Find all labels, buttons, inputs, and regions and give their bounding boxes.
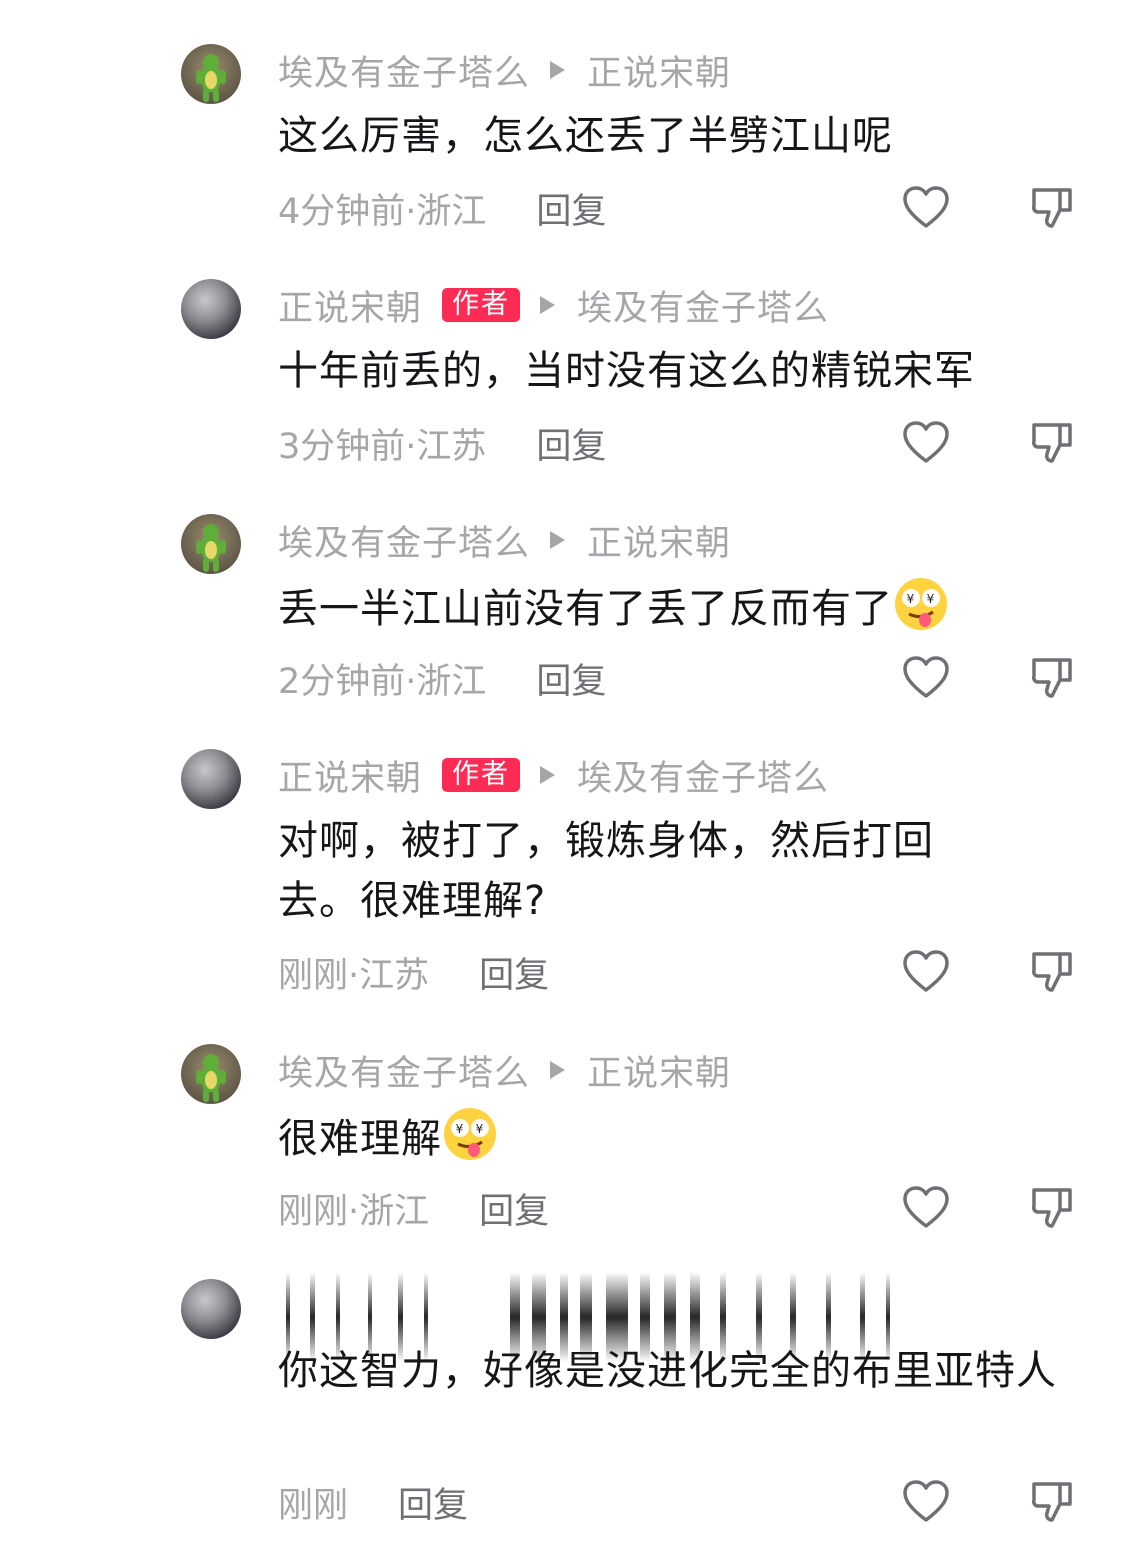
username[interactable]: 埃及有金子塔么 <box>278 1045 530 1096</box>
heart-outline-icon[interactable] <box>900 946 952 998</box>
author-badge: 作者 <box>442 758 521 792</box>
svg-text:¥: ¥ <box>456 1122 465 1136</box>
comment-meta: 2分钟前·浙江 回复 <box>278 653 606 704</box>
username[interactable]: 埃及有金子塔么 <box>278 45 530 96</box>
thumbs-down-outline-icon[interactable] <box>1026 1476 1078 1528</box>
svg-text:¥: ¥ <box>907 592 916 606</box>
comment-text: 很难理解 ¥ ¥ <box>278 1106 1068 1169</box>
comment-text: 丢一半江山前没有了丢了反而有了 ¥ ¥ <box>278 576 1068 639</box>
avatar[interactable] <box>181 279 241 339</box>
reply-arrow-icon <box>550 1061 566 1079</box>
comment-meta: 刚刚·浙江 回复 <box>278 1183 549 1234</box>
svg-text:¥: ¥ <box>476 1122 485 1136</box>
comment-header: 埃及有金子塔么 正说宋朝 <box>278 518 731 564</box>
reply-to-username[interactable]: 正说宋朝 <box>587 45 731 96</box>
time-location: 3分钟前·江苏 <box>278 426 487 467</box>
thumbs-down-outline-icon[interactable] <box>1026 946 1078 998</box>
reply-arrow-icon <box>540 766 556 784</box>
thumbs-down-outline-icon[interactable] <box>1026 652 1078 704</box>
reply-button[interactable]: 回复 <box>536 653 606 704</box>
author-badge: 作者 <box>442 288 521 322</box>
comment-meta: 刚刚 回复 <box>278 1477 468 1528</box>
reply-to-username[interactable]: 正说宋朝 <box>587 515 731 566</box>
drooling-money-eyes-emoji: ¥ ¥ <box>442 1106 498 1162</box>
comment-text: 十年前丢的，当时没有这么的精锐宋军 <box>278 348 975 394</box>
comment-meta: 刚刚·江苏 回复 <box>278 947 549 998</box>
drooling-money-eyes-emoji: ¥ ¥ <box>893 576 949 632</box>
time-location: 刚刚·江苏 <box>278 955 430 996</box>
username[interactable]: 埃及有金子塔么 <box>278 515 530 566</box>
reply-button[interactable]: 回复 <box>479 947 549 998</box>
avatar[interactable] <box>181 1044 241 1104</box>
comment-header: 正说宋朝 作者 埃及有金子塔么 <box>278 753 829 799</box>
reply-button[interactable]: 回复 <box>536 418 606 469</box>
reply-to-username[interactable]: 埃及有金子塔么 <box>577 280 829 331</box>
comment-text: 这么厉害，怎么还丢了半劈江山呢 <box>278 113 893 159</box>
username[interactable]: 正说宋朝 <box>278 750 422 801</box>
reply-button[interactable]: 回复 <box>536 183 606 234</box>
svg-text:¥: ¥ <box>927 592 936 606</box>
avatar[interactable] <box>181 44 241 104</box>
heart-outline-icon[interactable] <box>900 652 952 704</box>
thumbs-down-outline-icon[interactable] <box>1026 1182 1078 1234</box>
reply-button[interactable]: 回复 <box>479 1183 549 1234</box>
reply-button[interactable]: 回复 <box>398 1477 468 1528</box>
avatar[interactable] <box>181 514 241 574</box>
comment-text: 你这智力，好像是没进化完全的布里亚特人 <box>278 1348 1057 1394</box>
reply-arrow-icon <box>550 531 566 549</box>
heart-outline-icon[interactable] <box>900 1476 952 1528</box>
heart-outline-icon[interactable] <box>900 417 952 469</box>
heart-outline-icon[interactable] <box>900 1182 952 1234</box>
reply-to-username[interactable]: 埃及有金子塔么 <box>577 750 829 801</box>
thumbs-down-outline-icon[interactable] <box>1026 417 1078 469</box>
heart-outline-icon[interactable] <box>900 182 952 234</box>
comment-text-content: 很难理解 <box>278 1116 442 1162</box>
time-location: 2分钟前·浙江 <box>278 661 487 702</box>
reply-arrow-icon <box>550 61 566 79</box>
username[interactable]: 正说宋朝 <box>278 280 422 331</box>
comment-meta: 4分钟前·浙江 回复 <box>278 183 606 234</box>
reply-to-username[interactable]: 正说宋朝 <box>587 1045 731 1096</box>
comment-text: 对啊，被打了，锻炼身体，然后打回去。很难理解? <box>278 818 934 924</box>
avatar[interactable] <box>181 749 241 809</box>
avatar[interactable] <box>181 1279 241 1339</box>
time-location: 刚刚·浙江 <box>278 1191 430 1232</box>
comment-header: 正说宋朝 作者 埃及有金子塔么 <box>278 283 829 329</box>
time-location: 刚刚 <box>278 1485 349 1526</box>
comment-meta: 3分钟前·江苏 回复 <box>278 418 606 469</box>
thumbs-down-outline-icon[interactable] <box>1026 182 1078 234</box>
comment-header: 埃及有金子塔么 正说宋朝 <box>278 48 731 94</box>
reply-arrow-icon <box>540 296 556 314</box>
comment-header: 埃及有金子塔么 正说宋朝 <box>278 1048 731 1094</box>
comment-text-content: 丢一半江山前没有了丢了反而有了 <box>278 586 893 632</box>
time-location: 4分钟前·浙江 <box>278 191 487 232</box>
